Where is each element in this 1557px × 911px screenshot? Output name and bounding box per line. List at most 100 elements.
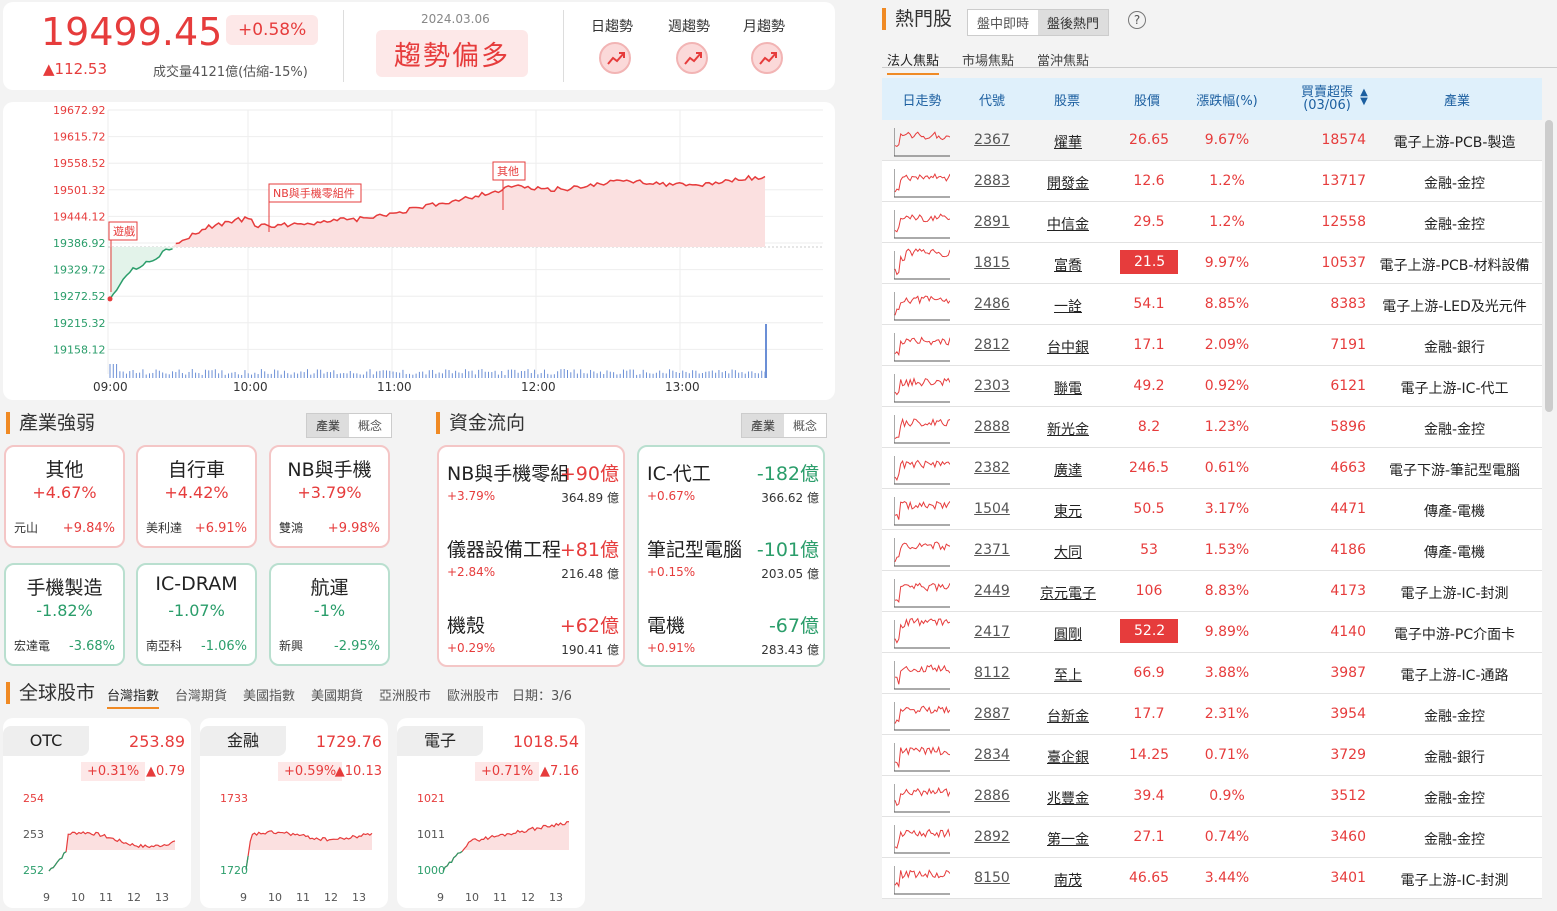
- stock-code[interactable]: 1815: [962, 255, 1022, 271]
- table-row[interactable]: 2892 第一金 27.1 0.74% 3460 金融-金控: [882, 817, 1542, 858]
- stock-code[interactable]: 2888: [962, 419, 1022, 435]
- global-index-card[interactable]: 金融 1729.76 +0.59% ▲10.13 1733 1720 9 10 11 12 13: [200, 718, 388, 908]
- stock-name[interactable]: 中信金: [1032, 214, 1104, 234]
- stock-name[interactable]: 臺企銀: [1032, 747, 1104, 767]
- table-row[interactable]: 2888 新光金 8.2 1.23% 5896 金融-金控: [882, 407, 1542, 448]
- stock-name[interactable]: 富喬: [1032, 255, 1104, 275]
- industry-card[interactable]: IC-DRAM -1.07% 南亞科 -1.06%: [136, 563, 257, 666]
- industry-top-stock[interactable]: 南亞科: [146, 637, 182, 654]
- stock-code[interactable]: 2891: [962, 214, 1022, 230]
- table-row[interactable]: 2886 兆豐金 39.4 0.9% 3512 金融-金控: [882, 776, 1542, 817]
- fund-flow-item[interactable]: 電機 -67億 +0.91% 283.43 億: [647, 611, 819, 671]
- trend-up-icon[interactable]: [599, 42, 631, 74]
- stock-code[interactable]: 2303: [962, 378, 1022, 394]
- tab-institutional[interactable]: 法人焦點: [887, 50, 940, 75]
- industry-top-stock[interactable]: 元山: [14, 519, 38, 536]
- stock-name[interactable]: 一詮: [1032, 296, 1104, 316]
- global-tab[interactable]: 美國指數: [243, 685, 295, 704]
- stock-name[interactable]: 大同: [1032, 542, 1104, 562]
- stock-code[interactable]: 2382: [962, 460, 1022, 476]
- stock-name[interactable]: 新光金: [1032, 419, 1104, 439]
- stock-code[interactable]: 2812: [962, 337, 1022, 353]
- stock-name[interactable]: 南茂: [1032, 870, 1104, 890]
- scrollbar[interactable]: [1545, 120, 1553, 412]
- table-row[interactable]: 2486 一詮 54.1 8.85% 8383 電子上游-LED及光元件: [882, 284, 1542, 325]
- table-row[interactable]: 2367 燿華 26.65 9.67% 18574 電子上游-PCB-製造: [882, 120, 1542, 161]
- stock-name[interactable]: 至上: [1032, 665, 1104, 685]
- stock-code[interactable]: 2886: [962, 788, 1022, 804]
- table-row[interactable]: 2417 圓剛 52.2 9.89% 4140 電子中游-PC介面卡: [882, 612, 1542, 653]
- toggle-industry[interactable]: 產業: [307, 414, 350, 437]
- industry-card[interactable]: 其他 +4.67% 元山 +9.84%: [4, 445, 125, 548]
- stock-code[interactable]: 2417: [962, 624, 1022, 640]
- industry-card[interactable]: NB與手機 +3.79% 雙鴻 +9.98%: [269, 445, 390, 548]
- fund-outflow-card[interactable]: IC-代工 -182億 +0.67% 366.62 億筆記型電腦 -101億 +0.15%…: [637, 445, 825, 667]
- toggle-industry[interactable]: 產業: [742, 414, 785, 437]
- stock-name[interactable]: 台新金: [1032, 706, 1104, 726]
- fund-flow-item[interactable]: 筆記型電腦 -101億 +0.15% 203.05 億: [647, 535, 819, 595]
- table-row[interactable]: 2449 京元電子 106 8.83% 4173 電子上游-IC-封測: [882, 571, 1542, 612]
- table-row[interactable]: 1504 東元 50.5 3.17% 4471 傳產-電機: [882, 489, 1542, 530]
- fund-inflow-card[interactable]: NB與手機零組件+90億 +3.79% 364.89 億儀器設備工程+81億 +2.8…: [437, 445, 625, 667]
- stock-code[interactable]: 2367: [962, 132, 1022, 148]
- toggle-concept[interactable]: 概念: [784, 414, 827, 437]
- stock-name[interactable]: 廣達: [1032, 460, 1104, 480]
- global-tab[interactable]: 台灣期貨: [175, 685, 227, 704]
- table-row[interactable]: 2371 大同 53 1.53% 4186 傳產-電機: [882, 530, 1542, 571]
- stock-name[interactable]: 台中銀: [1032, 337, 1104, 357]
- global-index-card[interactable]: OTC 253.89 +0.31% ▲0.79 254 253 252 9 10 11 12 13: [3, 718, 191, 908]
- stock-code[interactable]: 2892: [962, 829, 1022, 845]
- fund-flow-item[interactable]: 儀器設備工程 +81億 +2.84% 216.48 億: [447, 535, 619, 595]
- table-row[interactable]: 1815 富喬 21.5 9.97% 10537 電子上游-PCB-材料設備: [882, 243, 1542, 284]
- toggle-concept[interactable]: 概念: [349, 414, 392, 437]
- tab-daily-trend[interactable]: 日趨勢: [591, 16, 633, 36]
- global-tab[interactable]: 亞洲股市: [379, 685, 431, 704]
- fund-flow-item[interactable]: NB與手機零組件+90億 +3.79% 364.89 億: [447, 459, 619, 519]
- tab-monthly-trend[interactable]: 月趨勢: [743, 16, 785, 36]
- tab-weekly-trend[interactable]: 週趨勢: [668, 16, 710, 36]
- industry-top-stock[interactable]: 新興: [279, 637, 303, 654]
- table-row[interactable]: 2382 廣達 246.5 0.61% 4663 電子下游-筆記型電腦: [882, 448, 1542, 489]
- stock-name[interactable]: 兆豐金: [1032, 788, 1104, 808]
- table-row[interactable]: 8112 至上 66.9 3.88% 3987 電子上游-IC-通路: [882, 653, 1542, 694]
- stock-code[interactable]: 2449: [962, 583, 1022, 599]
- trend-up-icon[interactable]: [676, 42, 708, 74]
- sort-icon[interactable]: ▲ ▼: [1358, 88, 1370, 107]
- table-row[interactable]: 2883 開發金 12.6 1.2% 13717 金融-金控: [882, 161, 1542, 202]
- stock-code[interactable]: 8150: [962, 870, 1022, 886]
- stock-name[interactable]: 圓剛: [1032, 624, 1104, 644]
- industry-top-stock[interactable]: 宏達電: [14, 637, 50, 654]
- industry-card[interactable]: 自行車 +4.42% 美利達 +6.91%: [136, 445, 257, 548]
- stock-code[interactable]: 1504: [962, 501, 1022, 517]
- tab-after-hours[interactable]: 盤後熱門: [1038, 10, 1109, 35]
- fund-flow-item[interactable]: 機殼 +62億 +0.29% 190.41 億: [447, 611, 619, 671]
- global-tab[interactable]: 歐洲股市: [447, 685, 499, 704]
- stock-name[interactable]: 燿華: [1032, 132, 1104, 152]
- col-change[interactable]: 漲跌幅(%): [1182, 90, 1272, 109]
- stock-name[interactable]: 東元: [1032, 501, 1104, 521]
- global-tab[interactable]: 台灣指數: [107, 685, 160, 709]
- col-price[interactable]: 股價: [1117, 90, 1177, 109]
- stock-name[interactable]: 京元電子: [1032, 583, 1104, 603]
- table-row[interactable]: 2812 台中銀 17.1 2.09% 7191 金融-銀行: [882, 325, 1542, 366]
- table-row[interactable]: 8150 南茂 46.65 3.44% 3401 電子上游-IC-封測: [882, 858, 1542, 899]
- stock-code[interactable]: 2371: [962, 542, 1022, 558]
- table-row[interactable]: 2834 臺企銀 14.25 0.71% 3729 金融-銀行: [882, 735, 1542, 776]
- stock-code[interactable]: 2486: [962, 296, 1022, 312]
- stock-name[interactable]: 開發金: [1032, 173, 1104, 193]
- industry-top-stock[interactable]: 雙鴻: [279, 519, 303, 536]
- tab-intraday[interactable]: 盤中即時: [968, 10, 1039, 35]
- col-stock[interactable]: 股票: [1037, 90, 1097, 109]
- trend-up-icon[interactable]: [751, 42, 783, 74]
- table-row[interactable]: 2887 台新金 17.7 2.31% 3954 金融-金控: [882, 694, 1542, 735]
- industry-card[interactable]: 航運 -1% 新興 -2.95%: [269, 563, 390, 666]
- table-row[interactable]: 2891 中信金 29.5 1.2% 12558 金融-金控: [882, 202, 1542, 243]
- industry-card[interactable]: 手機製造 -1.82% 宏達電 -3.68%: [4, 563, 125, 666]
- intraday-chart[interactable]: 19672.92 19615.72 19558.52 19501.32 19444.12…: [3, 102, 835, 400]
- table-row[interactable]: 2303 聯電 49.2 0.92% 6121 電子上游-IC-代工: [882, 366, 1542, 407]
- industry-top-stock[interactable]: 美利達: [146, 519, 182, 536]
- stock-name[interactable]: 第一金: [1032, 829, 1104, 849]
- stock-code[interactable]: 8112: [962, 665, 1022, 681]
- stock-code[interactable]: 2834: [962, 747, 1022, 763]
- stock-name[interactable]: 聯電: [1032, 378, 1104, 398]
